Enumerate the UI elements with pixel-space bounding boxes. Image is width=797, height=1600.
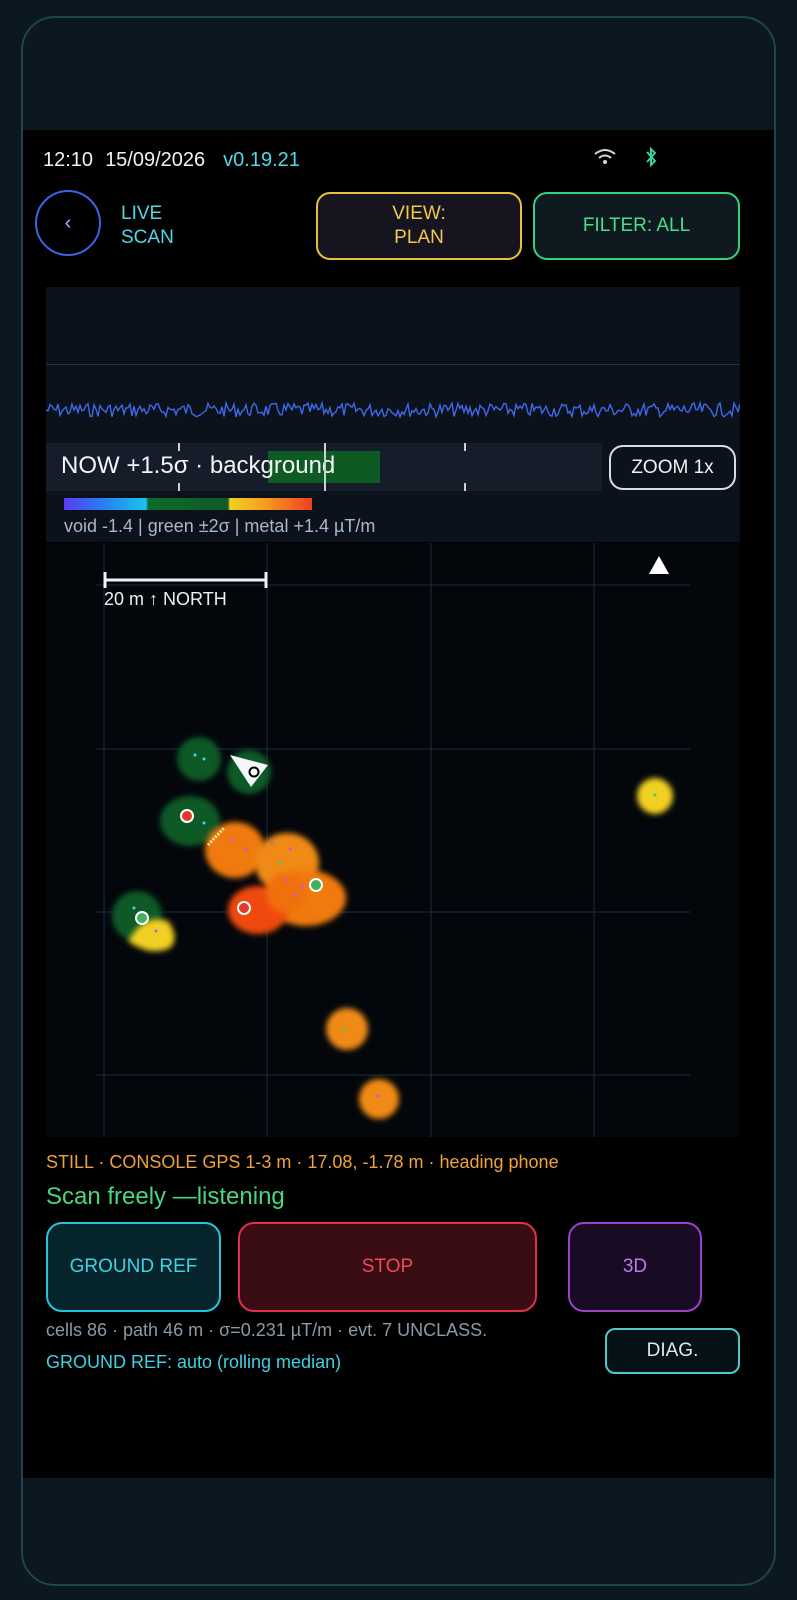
signal-trace — [46, 400, 740, 420]
view-mode-button[interactable]: VIEW: PLAN — [316, 192, 522, 260]
scale-bar — [103, 572, 268, 588]
diagnostics-button[interactable]: DIAG. — [605, 1328, 740, 1374]
color-legend: void -1.4 | green ±2σ | metal +1.4 µT/m — [64, 516, 376, 536]
reading-cell — [359, 1079, 399, 1119]
clock: 12:10 — [43, 148, 94, 171]
wifi-icon — [594, 148, 616, 172]
filter-button[interactable]: FILTER: ALL — [533, 192, 740, 260]
now-reading-bar: NOW +1.5σ · background — [46, 443, 602, 491]
tick-mark — [464, 443, 466, 451]
app-screen: 12:10 15/09/2026 v0.19.21 ‹ LIVE SCAN VI… — [23, 130, 774, 1478]
view-button-line2: PLAN — [394, 227, 444, 248]
tick-mark — [178, 483, 180, 491]
status-bar: 12:10 15/09/2026 v0.19.21 — [43, 145, 754, 175]
back-button[interactable]: ‹ — [35, 190, 101, 256]
color-scale-bar — [64, 498, 312, 510]
tick-mark — [464, 483, 466, 491]
bluetooth-icon — [644, 146, 658, 173]
zoom-button[interactable]: ZOOM 1x — [609, 445, 736, 490]
tick-mark — [178, 443, 180, 451]
ground-ref-button[interactable]: GROUND REF — [46, 1222, 221, 1312]
event-marker[interactable] — [135, 911, 149, 925]
date: 15/09/2026 — [105, 148, 206, 171]
app-version: v0.19.21 — [223, 148, 300, 171]
device-frame: 12:10 15/09/2026 v0.19.21 ‹ LIVE SCAN VI… — [21, 16, 776, 1586]
event-marker[interactable] — [237, 901, 251, 915]
current-marker — [324, 443, 326, 491]
event-marker[interactable] — [180, 809, 194, 823]
reading-cell — [326, 1008, 368, 1050]
scan-status: Scan freely —listening — [46, 1183, 285, 1210]
north-arrow-icon — [649, 556, 669, 574]
signal-strip: NOW +1.5σ · background ZOOM 1x void -1.4… — [46, 287, 740, 542]
event-marker[interactable] — [309, 878, 323, 892]
view-button-line1: VIEW: — [392, 203, 446, 224]
threshold-line — [46, 364, 740, 365]
scan-stats: cells 86 · path 46 m · σ=0.231 µT/m · ev… — [46, 1320, 488, 1340]
mode-title-line2: SCAN — [121, 227, 174, 248]
reading-cell — [177, 737, 221, 781]
chevron-left-icon: ‹ — [64, 211, 72, 234]
mode-title: LIVE SCAN — [121, 202, 174, 250]
ground-ref-status: GROUND REF: auto (rolling median) — [46, 1352, 342, 1372]
now-reading: NOW +1.5σ · background — [61, 452, 336, 479]
3d-view-button[interactable]: 3D — [568, 1222, 702, 1312]
plan-map[interactable]: 20 m ↑ NORTH — [46, 543, 740, 1137]
stop-button[interactable]: STOP — [238, 1222, 537, 1312]
gps-status: STILL · CONSOLE GPS 1-3 m · 17.08, -1.78… — [46, 1152, 559, 1172]
reading-blobs — [112, 737, 673, 1119]
mode-title-line1: LIVE — [121, 203, 163, 224]
scale-label: 20 m ↑ NORTH — [104, 589, 227, 609]
